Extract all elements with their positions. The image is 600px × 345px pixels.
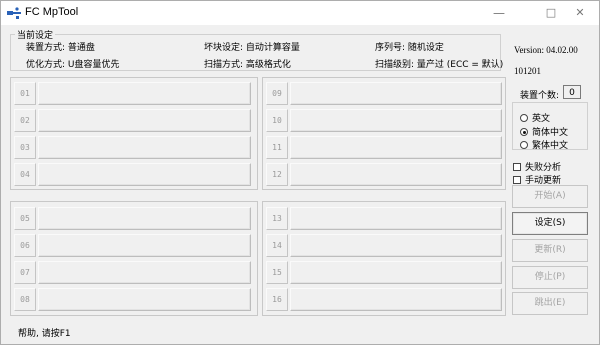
port-slot: 12 xyxy=(266,163,502,186)
port-slot: 07 xyxy=(14,261,251,284)
port-slot: 05 xyxy=(14,207,251,230)
build-text: 101201 xyxy=(514,66,541,76)
serial-text: 序列号: 随机设定 xyxy=(375,43,444,53)
port-number: 07 xyxy=(14,261,36,284)
port-status-bar xyxy=(38,288,251,311)
port-panel-bottom-left: 05 06 07 08 xyxy=(10,201,258,316)
port-status-bar xyxy=(290,207,502,230)
title-bar[interactable]: FC MpTool — □ ✕ xyxy=(1,1,599,25)
port-number: 10 xyxy=(266,109,288,132)
port-panel-top-left: 01 02 03 04 xyxy=(10,77,258,190)
language-label: 繁体中文 xyxy=(532,141,569,151)
port-status-bar xyxy=(38,207,251,230)
language-option-traditional[interactable]: 繁体中文 xyxy=(520,138,568,151)
stop-button[interactable]: 停止(P) xyxy=(512,266,588,289)
port-slot: 13 xyxy=(266,207,502,230)
close-button[interactable]: ✕ xyxy=(560,1,600,25)
port-slot: 08 xyxy=(14,288,251,311)
failure-analysis-label: 失败分析 xyxy=(525,163,562,173)
block-setting-text: 坏块设定: 自动计算容量 xyxy=(204,43,300,53)
radio-selected-icon xyxy=(520,128,528,136)
port-slot: 01 xyxy=(14,82,251,105)
minimize-button[interactable]: — xyxy=(479,1,519,25)
device-mode-text: 装置方式: 普通盘 xyxy=(26,43,95,53)
port-number: 01 xyxy=(14,82,36,105)
radio-icon xyxy=(520,114,528,122)
radio-icon xyxy=(520,141,528,149)
port-slot: 06 xyxy=(14,234,251,257)
port-number: 15 xyxy=(266,261,288,284)
port-number: 08 xyxy=(14,288,36,311)
window-title: FC MpTool xyxy=(25,6,79,18)
port-number: 12 xyxy=(266,163,288,186)
port-status-bar xyxy=(290,288,502,311)
port-slot: 09 xyxy=(266,82,502,105)
update-button[interactable]: 更新(R) xyxy=(512,239,588,262)
scan-mode-text: 扫描方式: 高级格式化 xyxy=(204,60,291,70)
device-count-value: 0 xyxy=(563,85,581,99)
port-panel-top-right: 09 10 11 12 xyxy=(262,77,506,190)
port-slot: 03 xyxy=(14,136,251,159)
port-status-bar xyxy=(290,109,502,132)
port-status-bar xyxy=(38,136,251,159)
version-text: Version: 04.02.00 xyxy=(514,45,578,55)
port-number: 06 xyxy=(14,234,36,257)
port-status-bar xyxy=(38,163,251,186)
checkbox-icon xyxy=(513,176,521,184)
port-status-bar xyxy=(290,234,502,257)
port-number: 05 xyxy=(14,207,36,230)
port-number: 04 xyxy=(14,163,36,186)
port-status-bar xyxy=(38,109,251,132)
port-number: 03 xyxy=(14,136,36,159)
usb-icon xyxy=(7,7,21,19)
language-option-english[interactable]: 英文 xyxy=(520,111,550,124)
port-status-bar xyxy=(38,82,251,105)
port-slot: 15 xyxy=(266,261,502,284)
port-number: 11 xyxy=(266,136,288,159)
port-number: 13 xyxy=(266,207,288,230)
port-status-bar xyxy=(38,261,251,284)
port-number: 16 xyxy=(266,288,288,311)
port-status-bar xyxy=(290,136,502,159)
port-number: 09 xyxy=(266,82,288,105)
language-option-simplified[interactable]: 简体中文 xyxy=(520,125,568,138)
start-button[interactable]: 开始(A) xyxy=(512,185,588,208)
port-slot: 16 xyxy=(266,288,502,311)
port-slot: 04 xyxy=(14,163,251,186)
port-slot: 02 xyxy=(14,109,251,132)
port-panel-bottom-right: 13 14 15 16 xyxy=(262,201,506,316)
port-status-bar xyxy=(290,82,502,105)
checkbox-icon xyxy=(513,163,521,171)
port-slot: 14 xyxy=(266,234,502,257)
app-window: FC MpTool — □ ✕ 当前设定 装置方式: 普通盘 坏块设定: 自动计… xyxy=(0,0,600,345)
status-bar-text: 帮助, 请按F1 xyxy=(18,329,71,339)
scan-level-text: 扫描级别: 量产过 (ECC = 默认) xyxy=(375,60,504,70)
exit-button[interactable]: 跳出(E) xyxy=(512,292,588,315)
language-label: 简体中文 xyxy=(532,128,569,138)
port-number: 14 xyxy=(266,234,288,257)
language-label: 英文 xyxy=(532,114,551,124)
failure-analysis-checkbox[interactable]: 失败分析 xyxy=(513,160,561,173)
port-status-bar xyxy=(38,234,251,257)
port-slot: 10 xyxy=(266,109,502,132)
port-status-bar xyxy=(290,261,502,284)
port-status-bar xyxy=(290,163,502,186)
port-number: 02 xyxy=(14,109,36,132)
port-slot: 11 xyxy=(266,136,502,159)
device-count-label: 装置个数: xyxy=(520,91,560,101)
optimize-text: 优化方式: U盘容量优先 xyxy=(26,60,120,70)
settings-button[interactable]: 设定(S) xyxy=(512,212,588,235)
